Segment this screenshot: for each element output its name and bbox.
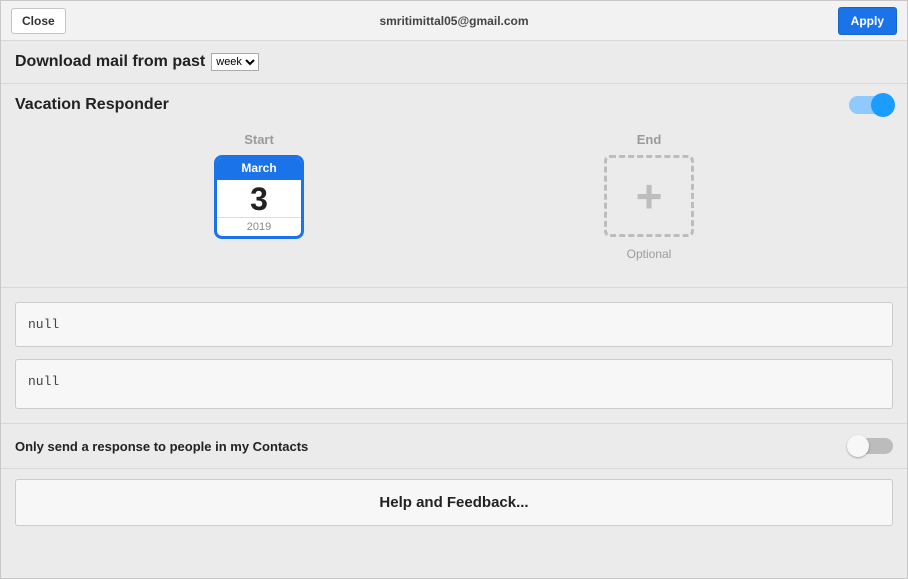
vacation-message-fields: null null (1, 288, 907, 424)
contacts-only-section: Only send a response to people in my Con… (1, 424, 907, 469)
plus-icon: + (636, 173, 663, 219)
help-feedback-button[interactable]: Help and Feedback... (15, 479, 893, 526)
start-year: 2019 (217, 217, 301, 236)
start-date-picker[interactable]: March 3 2019 (214, 155, 304, 239)
vacation-subject-input[interactable]: null (15, 302, 893, 347)
start-day: 3 (217, 180, 301, 217)
vacation-responder-title: Vacation Responder (15, 96, 169, 114)
download-mail-select[interactable]: week (211, 53, 259, 71)
download-mail-section: Download mail from past week (1, 41, 907, 84)
end-label: End (637, 132, 662, 147)
apply-button[interactable]: Apply (838, 7, 897, 35)
vacation-responder-section: Vacation Responder Start March 3 2019 En… (1, 84, 907, 288)
start-label: Start (244, 132, 274, 147)
vacation-responder-toggle[interactable] (849, 96, 893, 114)
contacts-only-label: Only send a response to people in my Con… (15, 439, 308, 454)
help-section: Help and Feedback... (1, 469, 907, 540)
close-button[interactable]: Close (11, 8, 66, 34)
end-date-column: End + Optional (604, 132, 694, 261)
download-mail-label: Download mail from past (15, 53, 205, 71)
start-month: March (217, 158, 301, 180)
vacation-body-input[interactable]: null (15, 359, 893, 409)
end-date-picker[interactable]: + (604, 155, 694, 237)
start-date-column: Start March 3 2019 (214, 132, 304, 261)
end-optional-label: Optional (627, 247, 672, 261)
account-email: smritimittal05@gmail.com (379, 14, 528, 28)
top-bar: Close smritimittal05@gmail.com Apply (1, 1, 907, 41)
vacation-dates-row: Start March 3 2019 End + Optional (15, 114, 893, 271)
toggle-knob (871, 93, 895, 117)
contacts-only-toggle[interactable] (849, 438, 893, 454)
toggle-knob (847, 435, 869, 457)
